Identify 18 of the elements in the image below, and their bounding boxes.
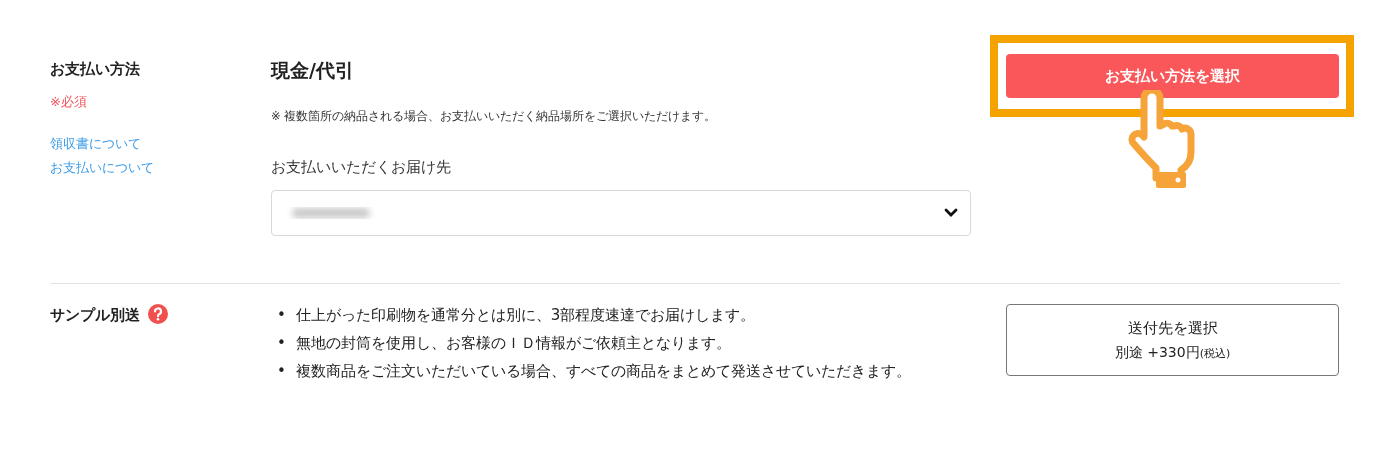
- required-label: ※必須: [50, 93, 88, 111]
- help-link[interactable]: お支払いについて: [50, 159, 271, 177]
- note-text: ※ 複数箇所の納品される場合、お支払いいただく納品場所をご選択いただけます。: [271, 109, 718, 124]
- bullet-text: 無地の封筒を使用し、お客様のＩＤ情報がご依頼主となります。: [295, 333, 732, 354]
- help-link[interactable]: 領収書について: [50, 135, 271, 153]
- help-icon[interactable]: [148, 304, 168, 324]
- section-label: サンプル別送: [50, 304, 271, 325]
- chevron-down-icon: [944, 208, 958, 218]
- bullet-marker: •: [277, 305, 286, 326]
- section-label: お支払い方法: [50, 60, 141, 79]
- bullet-text: 仕上がった印刷物を通常分とは別に、3部程度速達でお届けします。: [295, 305, 757, 326]
- bullet-text: 複数商品をご注文いただいている場合、すべての商品をまとめて発送させていただきます。: [295, 361, 912, 382]
- select-destination-button[interactable]: 送付先を選択 別途 +330円(税込): [1006, 304, 1339, 376]
- bullet-marker: •: [277, 333, 286, 354]
- field-label: お支払いいただくお届け先: [271, 158, 452, 177]
- bullet-marker: •: [277, 361, 286, 382]
- payment-method: 現金/代引: [271, 58, 355, 83]
- select-payment-button[interactable]: お支払い方法を選択: [1006, 54, 1339, 98]
